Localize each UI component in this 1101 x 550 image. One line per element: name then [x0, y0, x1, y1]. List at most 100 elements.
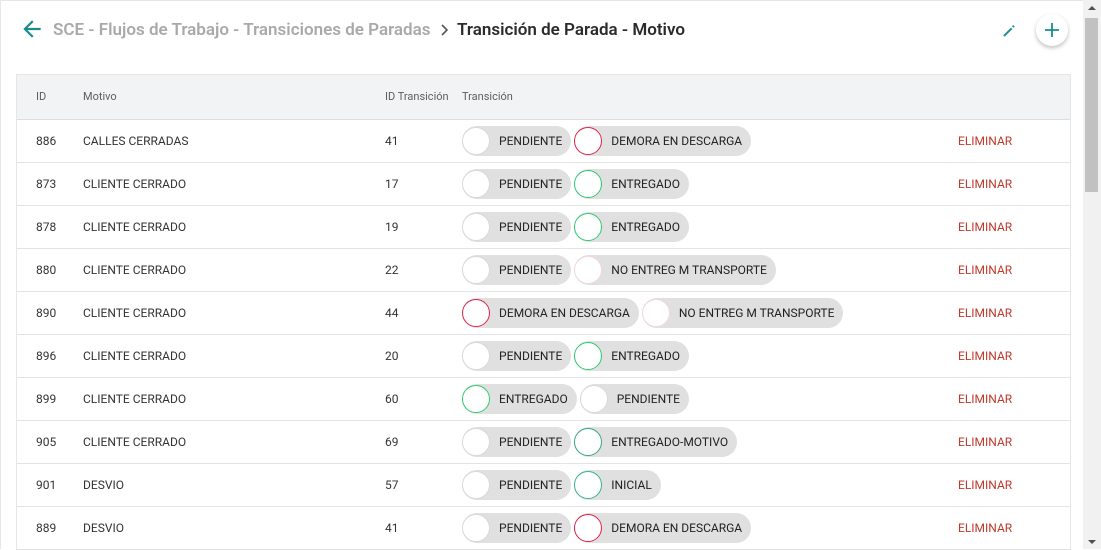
cell-motivo: CLIENTE CERRADO	[83, 220, 187, 234]
status-dot-icon	[462, 342, 490, 370]
scroll-up-arrow-icon[interactable]	[1087, 4, 1097, 12]
delete-button[interactable]: ELIMINAR	[958, 134, 1012, 148]
cell-transicion: DEMORA EN DESCARGA NO ENTREG M TRANSPORTE	[462, 298, 846, 328]
edit-button[interactable]	[999, 19, 1021, 41]
status-chip-label: ENTREGADO	[611, 177, 680, 191]
status-chip-from: PENDIENTE	[462, 169, 572, 199]
status-chip-to: DEMORA EN DESCARGA	[574, 126, 752, 156]
cell-transicion: PENDIENTE NO ENTREG M TRANSPORTE	[462, 255, 779, 285]
status-chip-to: ENTREGADO	[574, 212, 689, 242]
status-chip-label: PENDIENTE	[499, 177, 563, 191]
table-row[interactable]: 889 DESVIO 41 PENDIENTE DEMORA EN DESCARGA EL…	[17, 507, 1070, 550]
delete-button[interactable]: ELIMINAR	[958, 521, 1012, 535]
status-chip-label: ENTREGADO	[611, 349, 680, 363]
cell-transicion: PENDIENTE ENTREGADO	[462, 212, 692, 242]
delete-button[interactable]: ELIMINAR	[958, 220, 1012, 234]
status-chip-from: PENDIENTE	[462, 513, 572, 543]
status-dot-icon	[574, 213, 603, 241]
delete-button[interactable]: ELIMINAR	[958, 478, 1012, 492]
cell-transicion: PENDIENTE DEMORA EN DESCARGA	[462, 126, 754, 156]
delete-button[interactable]: ELIMINAR	[958, 392, 1012, 406]
delete-button[interactable]: ELIMINAR	[958, 349, 1012, 363]
cell-transicion: PENDIENTE DEMORA EN DESCARGA	[462, 513, 754, 543]
table-row[interactable]: 890 CLIENTE CERRADO 44 DEMORA EN DESCARGA NO…	[17, 292, 1070, 335]
cell-transicion: PENDIENTE ENTREGADO-MOTIVO	[462, 427, 740, 457]
cell-id-transicion: 44	[385, 306, 399, 320]
table-row[interactable]: 905 CLIENTE CERRADO 69 PENDIENTE ENTREGADO-M…	[17, 421, 1070, 464]
transitions-table: ID Motivo ID Transición Transición 886 CA…	[16, 74, 1071, 550]
column-header-transicion[interactable]: Transición	[462, 90, 513, 103]
cell-id-transicion: 60	[385, 392, 399, 406]
delete-button[interactable]: ELIMINAR	[958, 263, 1012, 277]
status-chip-to: NO ENTREG M TRANSPORTE	[641, 298, 844, 328]
status-chip-label: PENDIENTE	[616, 392, 680, 406]
status-chip-from: PENDIENTE	[462, 341, 572, 371]
cell-id-transicion: 20	[385, 349, 399, 363]
status-chip-to: ENTREGADO	[574, 341, 689, 371]
cell-transicion: PENDIENTE ENTREGADO	[462, 169, 692, 199]
status-chip-label: DEMORA EN DESCARGA	[611, 521, 743, 535]
delete-button[interactable]: ELIMINAR	[958, 177, 1012, 191]
table-row[interactable]: 901 DESVIO 57 PENDIENTE INICIAL ELIMINAR	[17, 464, 1070, 507]
status-chip-from: PENDIENTE	[462, 427, 572, 457]
status-chip-label: PENDIENTE	[499, 220, 563, 234]
status-dot-icon	[574, 514, 603, 542]
status-dot-icon	[462, 256, 490, 284]
table-body: 886 CALLES CERRADAS 41 PENDIENTE DEMORA EN D…	[17, 120, 1070, 550]
status-dot-icon	[574, 471, 603, 499]
status-dot-icon	[462, 385, 490, 413]
cell-id-transicion: 19	[385, 220, 399, 234]
status-dot-icon	[462, 299, 490, 327]
table-header: ID Motivo ID Transición Transición	[17, 75, 1070, 120]
cell-motivo: CLIENTE CERRADO	[83, 306, 187, 320]
cell-id-transicion: 41	[385, 521, 399, 535]
status-chip-label: PENDIENTE	[499, 478, 563, 492]
status-chip-label: INICIAL	[611, 478, 652, 492]
status-chip-label: ENTREGADO	[499, 392, 568, 406]
status-dot-icon	[574, 342, 603, 370]
cell-id: 896	[36, 349, 57, 363]
add-button[interactable]	[1036, 14, 1068, 46]
column-header-id[interactable]: ID	[36, 90, 46, 103]
status-dot-icon	[574, 127, 603, 155]
table-row[interactable]: 878 CLIENTE CERRADO 19 PENDIENTE ENTREGADO EL…	[17, 206, 1070, 249]
vertical-scrollbar[interactable]	[1083, 0, 1101, 549]
status-dot-icon	[462, 471, 490, 499]
status-dot-icon	[574, 170, 603, 198]
table-row[interactable]: 886 CALLES CERRADAS 41 PENDIENTE DEMORA EN D…	[17, 120, 1070, 163]
column-header-id-transicion[interactable]: ID Transición	[385, 90, 449, 103]
arrow-left-icon	[23, 20, 41, 38]
page-header: SCE - Flujos de Trabajo - Transiciones d…	[0, 0, 1083, 60]
status-chip-from: DEMORA EN DESCARGA	[462, 298, 639, 328]
scroll-down-arrow-icon[interactable]	[1087, 538, 1097, 546]
cell-motivo: CLIENTE CERRADO	[83, 263, 187, 277]
status-chip-from: PENDIENTE	[462, 126, 572, 156]
cell-motivo: CALLES CERRADAS	[83, 134, 189, 148]
status-chip-label: NO ENTREG M TRANSPORTE	[611, 263, 767, 277]
table-row[interactable]: 896 CLIENTE CERRADO 20 PENDIENTE ENTREGADO EL…	[17, 335, 1070, 378]
table-row[interactable]: 880 CLIENTE CERRADO 22 PENDIENTE NO ENTREG M…	[17, 249, 1070, 292]
status-chip-from: PENDIENTE	[462, 255, 572, 285]
cell-motivo: CLIENTE CERRADO	[83, 435, 187, 449]
status-chip-to: PENDIENTE	[579, 384, 689, 414]
table-row[interactable]: 899 CLIENTE CERRADO 60 ENTREGADO PENDIENTE EL…	[17, 378, 1070, 421]
cell-id-transicion: 17	[385, 177, 399, 191]
status-chip-label: NO ENTREG M TRANSPORTE	[678, 306, 835, 320]
cell-transicion: PENDIENTE INICIAL	[462, 470, 664, 500]
delete-button[interactable]: ELIMINAR	[958, 435, 1012, 449]
scrollbar-thumb[interactable]	[1085, 18, 1098, 192]
cell-id-transicion: 22	[385, 263, 399, 277]
status-dot-icon	[641, 299, 670, 327]
column-header-motivo[interactable]: Motivo	[83, 90, 117, 103]
cell-id: 889	[36, 521, 57, 535]
cell-id: 905	[36, 435, 57, 449]
status-dot-icon	[579, 385, 608, 413]
cell-id: 880	[36, 263, 57, 277]
delete-button[interactable]: ELIMINAR	[958, 306, 1012, 320]
breadcrumb-parent[interactable]: SCE - Flujos de Trabajo - Transiciones d…	[53, 20, 431, 40]
back-button[interactable]	[19, 16, 45, 42]
status-chip-from: PENDIENTE	[462, 212, 572, 242]
status-dot-icon	[574, 428, 603, 456]
table-row[interactable]: 873 CLIENTE CERRADO 17 PENDIENTE ENTREGADO EL…	[17, 163, 1070, 206]
cell-id-transicion: 69	[385, 435, 399, 449]
